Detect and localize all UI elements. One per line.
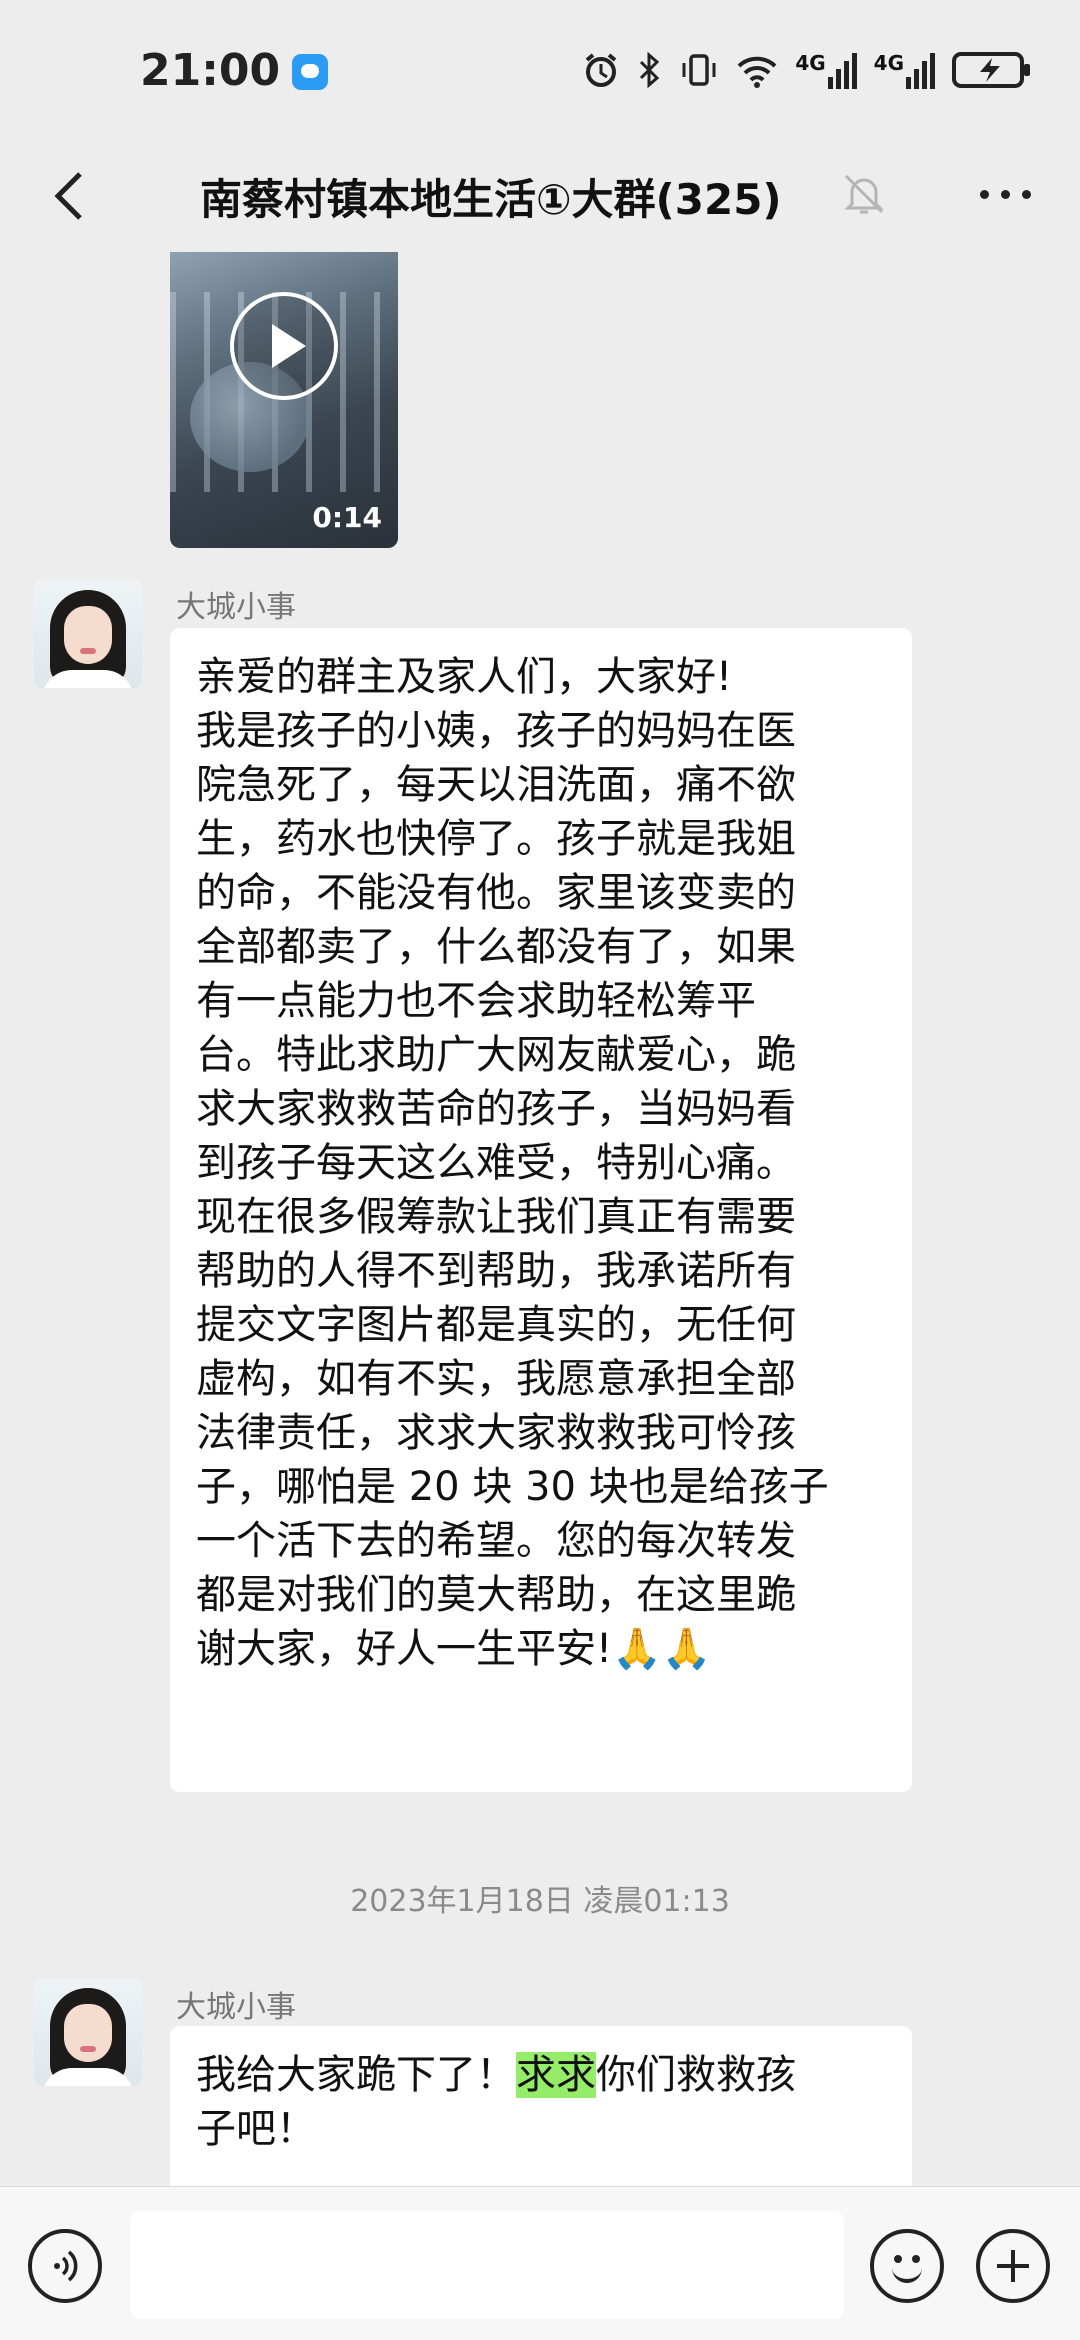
network-label: 4G [795,51,826,75]
emoji-mouth [892,2267,922,2283]
message-line: 谢大家，好人一生平安!🙏🙏 [196,1626,712,1672]
dot [1000,189,1010,199]
network-label: 4G [873,51,904,75]
message-line: 院急死了，每天以泪洗面，痛不欲 [196,762,796,808]
signal-bars-icon [906,53,935,89]
plus-button[interactable] [976,2229,1050,2303]
chevron-left-icon [54,172,82,220]
message-line: 生，药水也快停了。孩子就是我姐 [196,816,796,862]
vibrate-icon [682,54,716,86]
alarm-icon [586,53,617,87]
bell-muted-icon [844,174,884,214]
message-line: 现在很多假筹款让我们真正有需要 [196,1194,796,1240]
message-text: 我给大家跪下了！ [196,2052,516,2098]
message-bubble[interactable]: 亲爱的群主及家人们，大家好! 我是孩子的小姨，孩子的妈妈在医 院急死了，每天以泪洗面… [170,628,912,1792]
message-line: 台。特此求助广大网友献爱心，跪 [196,1032,796,1078]
message-timestamp: 2023年1月18日 凌晨01:13 [350,1884,730,1919]
message-line: 都是对我们的莫大帮助，在这里跪 [196,1572,796,1618]
signal-bars-icon [827,53,857,89]
message-text: 你们救救孩 [596,2052,796,2098]
play-icon[interactable] [230,292,338,400]
dot [979,189,989,199]
avatar-face [64,2004,112,2062]
message-line: 我给大家跪下了！求求你们救救孩 [196,2048,886,2102]
avatar-lips [80,648,96,654]
input-bar [0,2186,1080,2340]
message-line: 有一点能力也不会求助轻松筹平 [196,978,756,1024]
chat-title: 南蔡村镇本地生活①大群(325) [200,175,782,224]
message-line: 的命，不能没有他。家里该变卖的 [196,870,796,916]
sender-name: 大城小事 [176,590,296,625]
chat-header: 南蔡村镇本地生活①大群(325) [0,140,1080,252]
avatar[interactable] [34,580,142,688]
message-notification-icon [292,54,329,90]
message-input[interactable] [130,2211,844,2319]
message-line: 子，哪怕是 20 块 30 块也是给孩子 [196,1464,829,1510]
message-line: 亲爱的群主及家人们，大家好! [196,654,733,700]
message-line: 求大家救救苦命的孩子，当妈妈看 [196,1086,796,1132]
dot [1021,189,1031,199]
emoji-eye [894,2255,902,2263]
message-line: 一个活下去的希望。您的每次转发 [196,1518,796,1564]
avatar[interactable] [34,1978,142,2086]
signal-1: 4G [795,51,857,89]
emoji-button[interactable] [870,2229,944,2303]
avatar-face [64,606,112,664]
message-line: 虚构，如有不实，我愿意承担全部 [196,1356,796,1402]
battery-charging-icon [952,52,1030,88]
bluetooth-icon [640,51,660,89]
avatar-lips [80,2046,96,2052]
more-button[interactable] [970,168,1040,220]
message-line: 子吧！ [196,2106,316,2152]
wifi-icon [737,56,777,88]
message-line: 全部都卖了，什么都没有了，如果 [196,924,796,970]
status-time: 21:00 [140,44,281,96]
highlighted-text: 求求 [516,2052,596,2098]
message-line: 法律责任，求求大家救救我可怜孩 [196,1410,796,1456]
voice-icon [54,2250,78,2282]
status-icons: 4G 4G [581,50,1032,90]
message-line: 我是孩子的小姨，孩子的妈妈在医 [196,708,796,754]
signal-2: 4G [874,51,936,89]
video-message[interactable]: 0:14 [170,252,398,548]
video-duration: 0:14 [312,501,382,534]
message-bubble[interactable]: 我给大家跪下了！求求你们救救孩 子吧！ [170,2026,912,2186]
voice-button[interactable] [28,2229,102,2303]
message-line: 帮助的人得不到帮助，我承诺所有 [196,1248,796,1294]
back-button[interactable] [36,162,104,230]
message-line: 提交文字图片都是真实的，无任何 [196,1302,796,1348]
status-bar: 21:00 4G 4G [0,0,1080,140]
emoji-eye [912,2255,920,2263]
sender-name: 大城小事 [176,1990,296,2025]
message-line: 到孩子每天这么难受，特别心痛。 [196,1140,796,1186]
